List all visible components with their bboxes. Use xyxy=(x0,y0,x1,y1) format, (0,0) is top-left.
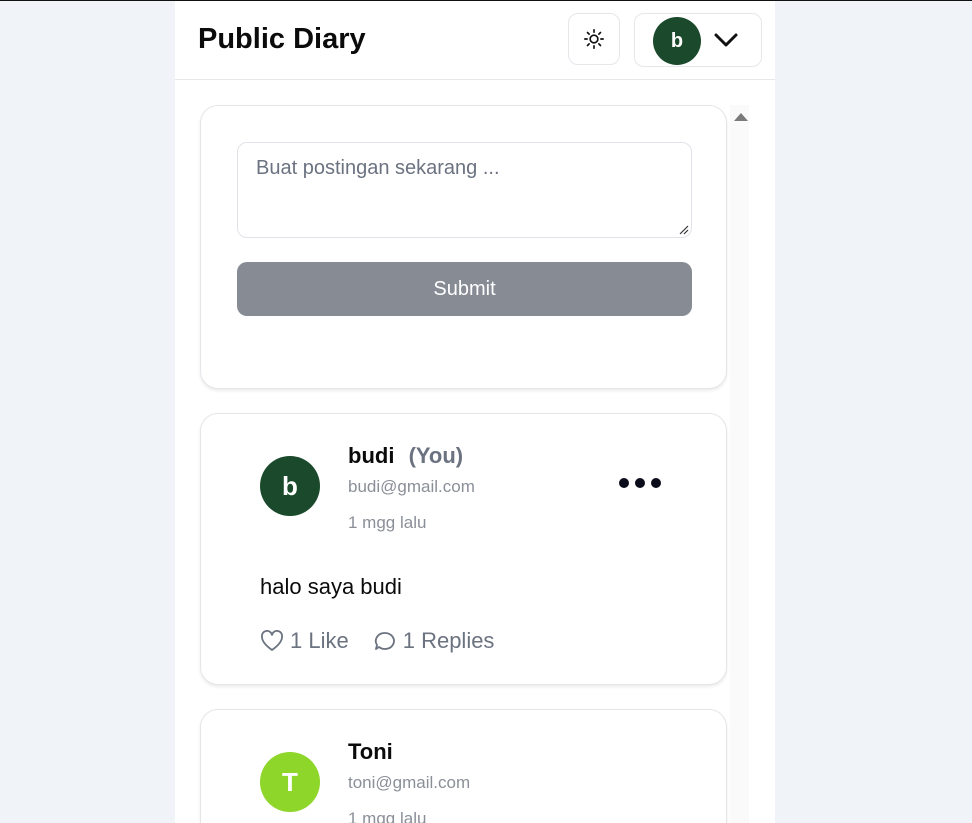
post-composer: Buat postingan sekarang ... Submit xyxy=(200,105,727,389)
like-count: 1 Like xyxy=(290,628,349,653)
post-input[interactable]: Buat postingan sekarang ... xyxy=(237,142,692,238)
avatar[interactable]: b xyxy=(260,456,320,516)
chevron-down-icon xyxy=(714,33,738,47)
replies-button[interactable]: 1 Replies xyxy=(373,628,495,654)
heart-icon xyxy=(261,630,283,651)
user-menu-button[interactable]: b xyxy=(634,13,762,67)
post-input-placeholder: Buat postingan sekarang ... xyxy=(256,157,500,179)
post-card: T Toni toni@gmail.com 1 mgg lalu xyxy=(200,709,727,823)
sun-icon xyxy=(584,29,604,49)
replies-count: 1 Replies xyxy=(402,628,495,653)
post-body: halo saya budi xyxy=(260,574,402,599)
app-container: Public Diary b Buat postingan sekarang .… xyxy=(175,1,775,823)
post-actions: 1 Like 1 Replies xyxy=(260,628,494,654)
page-title: Public Diary xyxy=(198,23,366,55)
comment-icon xyxy=(374,632,395,650)
author-name: Toni xyxy=(348,739,393,764)
post-time: 1 mgg lalu xyxy=(348,809,427,823)
theme-toggle-button[interactable] xyxy=(568,13,620,65)
scrollbar[interactable] xyxy=(730,105,749,823)
avatar: b xyxy=(653,17,701,65)
like-button[interactable]: 1 Like xyxy=(260,628,349,654)
author-email: budi@gmail.com xyxy=(348,477,475,496)
more-options-icon[interactable] xyxy=(619,478,661,488)
feed[interactable]: Buat postingan sekarang ... Submit b bud… xyxy=(175,80,775,823)
author-name: budi xyxy=(348,443,395,468)
author-email: toni@gmail.com xyxy=(348,773,471,792)
submit-button[interactable]: Submit xyxy=(237,262,692,316)
avatar[interactable]: T xyxy=(260,752,320,812)
you-label: (You) xyxy=(408,443,464,468)
post-card: b budi (You) budi@gmail.com 1 mgg lalu h… xyxy=(200,413,727,685)
header: Public Diary b xyxy=(175,1,775,80)
post-time: 1 mgg lalu xyxy=(348,513,427,532)
scroll-up-arrow[interactable] xyxy=(734,113,748,121)
resize-grip-icon[interactable] xyxy=(677,223,689,235)
post-author: budi (You) xyxy=(348,443,463,469)
